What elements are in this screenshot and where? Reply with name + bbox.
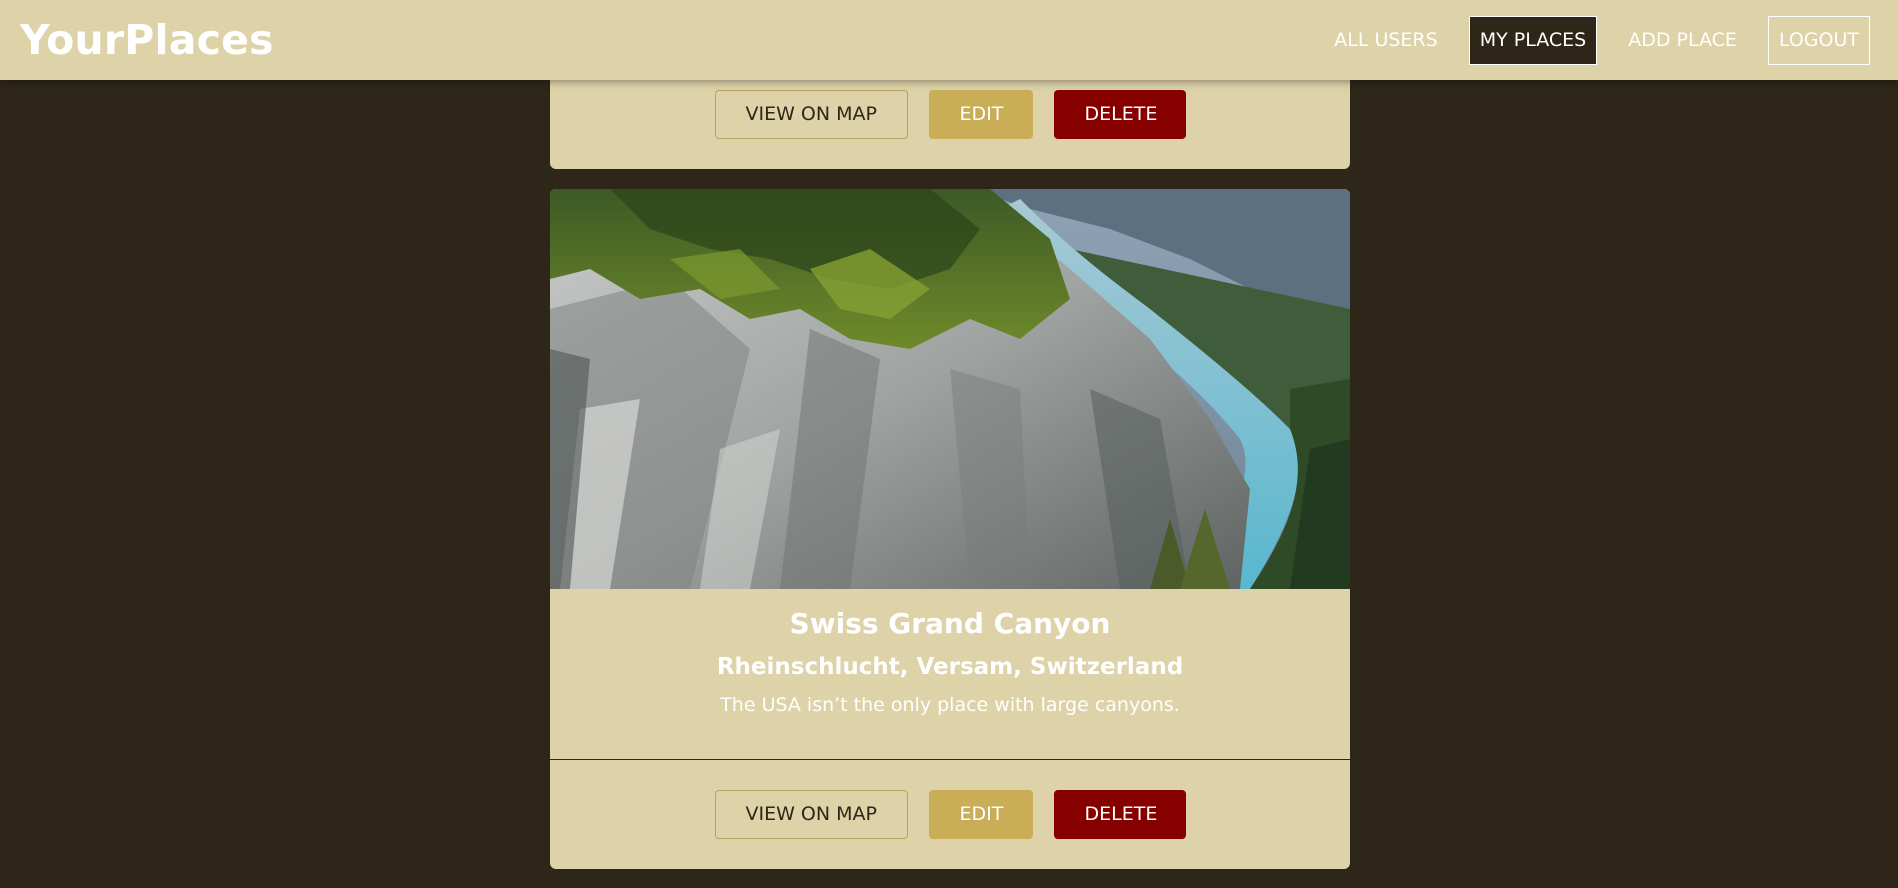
view-on-map-button[interactable]: VIEW ON MAP xyxy=(714,90,908,139)
place-address: Rheinschlucht, Versam, Switzerland xyxy=(716,654,1184,680)
edit-button[interactable]: EDIT xyxy=(928,90,1033,139)
place-card: Swiss Grand Canyon Rheinschlucht, Versam… xyxy=(550,189,1350,869)
main-navigation: ALL USERS MY PLACES ADD PLACE LOGOUT xyxy=(1303,16,1870,65)
edit-button[interactable]: EDIT xyxy=(928,790,1033,839)
place-info: Swiss Grand Canyon Rheinschlucht, Versam… xyxy=(550,589,1350,748)
place-card-actions: VIEW ON MAP EDIT DELETE xyxy=(550,90,1350,139)
main-header: YourPlaces ALL USERS MY PLACES ADD PLACE… xyxy=(0,0,1898,80)
brand-logo-text[interactable]: YourPlaces xyxy=(20,14,274,66)
delete-button[interactable]: DELETE xyxy=(1053,790,1186,839)
place-description: The USA isn’t the only place with large … xyxy=(720,694,1180,716)
place-card-actions: VIEW ON MAP EDIT DELETE xyxy=(550,790,1350,839)
delete-button[interactable]: DELETE xyxy=(1053,90,1186,139)
place-title: Swiss Grand Canyon xyxy=(789,607,1111,640)
view-on-map-button[interactable]: VIEW ON MAP xyxy=(714,790,908,839)
nav-my-places[interactable]: MY PLACES xyxy=(1468,16,1598,65)
nav-add-place[interactable]: ADD PLACE xyxy=(1617,16,1748,65)
nav-all-users[interactable]: ALL USERS xyxy=(1323,16,1448,65)
card-divider xyxy=(550,759,1350,760)
place-image xyxy=(550,189,1350,589)
logout-button[interactable]: LOGOUT xyxy=(1767,16,1870,65)
